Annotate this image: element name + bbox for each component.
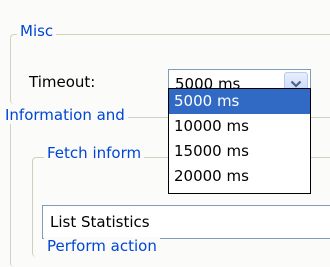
timeout-option-20000[interactable]: 20000 ms [169, 164, 310, 189]
timeout-option-10000[interactable]: 10000 ms [169, 114, 310, 139]
timeout-options-list: 5000 ms 10000 ms 15000 ms 20000 ms [168, 88, 311, 194]
misc-legend: Misc [17, 22, 57, 40]
fetch-field-value: List Statistics [50, 213, 150, 231]
timeout-option-5000[interactable]: 5000 ms [169, 89, 310, 114]
fetch-legend: Fetch inform [44, 144, 145, 162]
timeout-label: Timeout: [29, 73, 96, 91]
timeout-option-15000[interactable]: 15000 ms [169, 139, 310, 164]
perform-legend: Perform action [44, 237, 160, 255]
fetch-field[interactable]: List Statistics [42, 205, 330, 239]
information-legend: Information and [2, 106, 128, 124]
